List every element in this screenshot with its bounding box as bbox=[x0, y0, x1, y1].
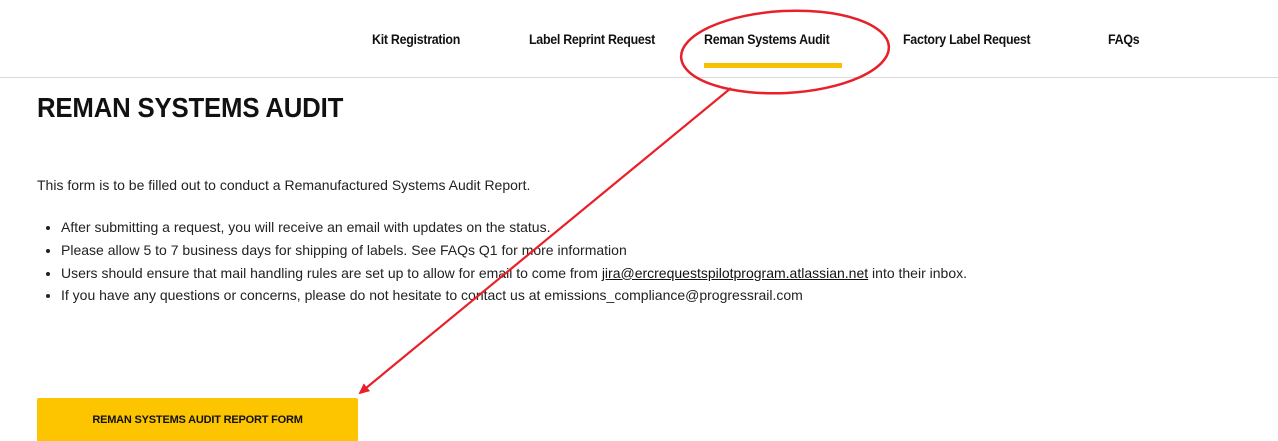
list-item: After submitting a request, you will rec… bbox=[37, 219, 967, 242]
list-item: Please allow 5 to 7 business days for sh… bbox=[37, 242, 967, 265]
list-item: If you have any questions or concerns, p… bbox=[37, 287, 967, 310]
page: Kit Registration Label Reprint Request R… bbox=[0, 0, 1278, 441]
nav-item-factory-label-request[interactable]: Factory Label Request bbox=[903, 32, 1031, 47]
jira-email-link[interactable]: jira@ercrequestspilotprogram.atlassian.n… bbox=[602, 265, 868, 281]
info-list: After submitting a request, you will rec… bbox=[37, 219, 967, 310]
list-item-text-before: Users should ensure that mail handling r… bbox=[61, 264, 602, 281]
nav-item-reman-systems-audit[interactable]: Reman Systems Audit bbox=[704, 32, 843, 68]
nav-item-label-reprint-request[interactable]: Label Reprint Request bbox=[529, 32, 655, 47]
page-title: REMAN SYSTEMS AUDIT bbox=[37, 92, 344, 123]
top-navigation: Kit Registration Label Reprint Request R… bbox=[0, 0, 1278, 78]
audit-report-form-button[interactable]: REMAN SYSTEMS AUDIT REPORT FORM bbox=[37, 398, 358, 441]
nav-item-faqs[interactable]: FAQs bbox=[1108, 32, 1140, 47]
intro-text: This form is to be filled out to conduct… bbox=[37, 177, 531, 193]
nav-item-kit-registration[interactable]: Kit Registration bbox=[372, 32, 460, 47]
list-item-text-after: into their inbox. bbox=[868, 264, 967, 281]
list-item: Users should ensure that mail handling r… bbox=[37, 265, 967, 288]
